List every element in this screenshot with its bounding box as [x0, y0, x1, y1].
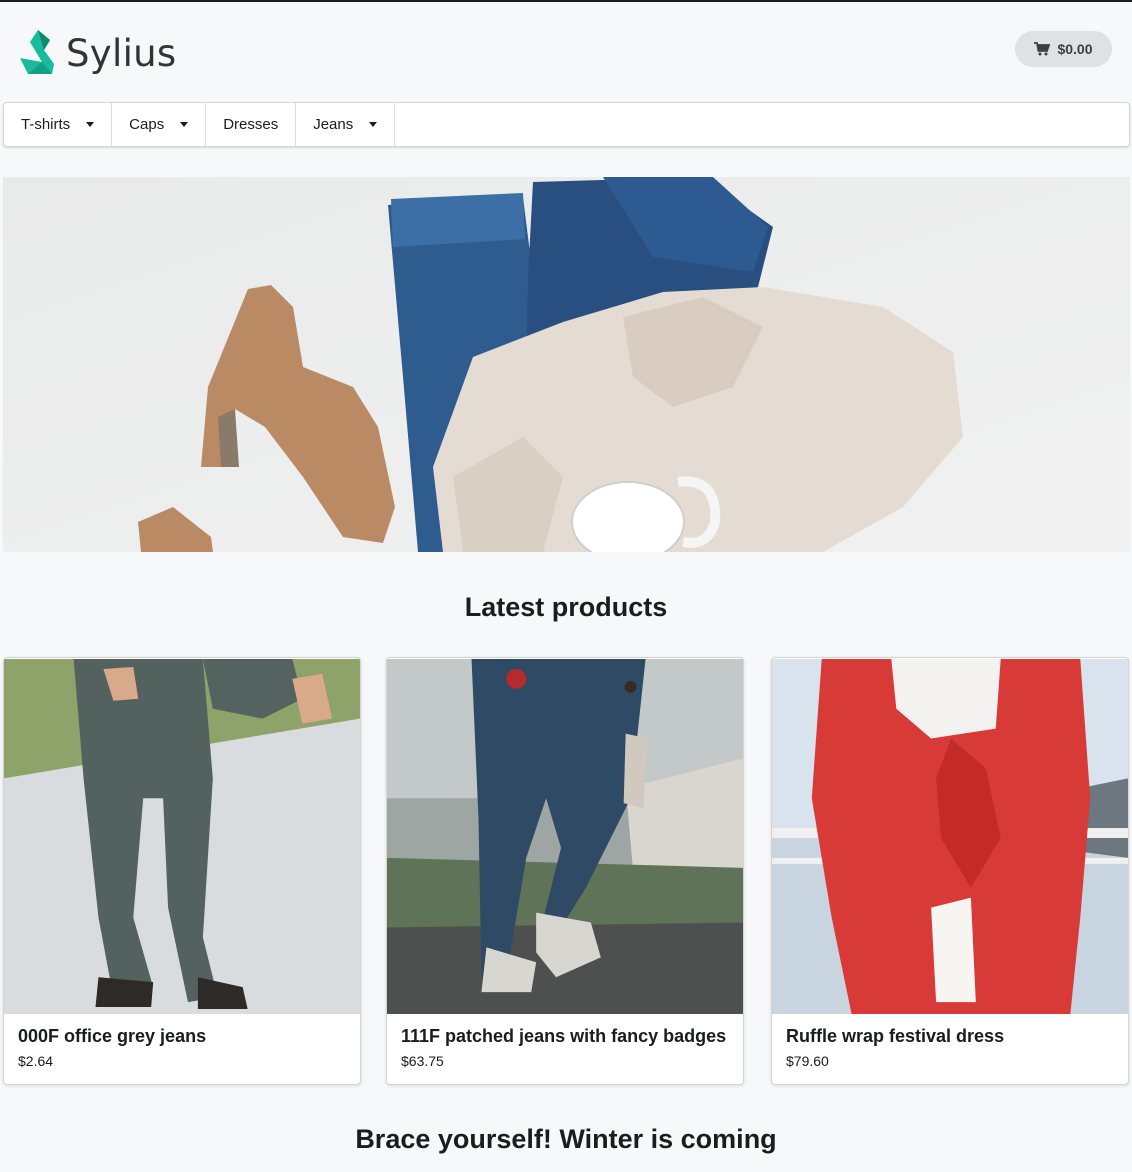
product-card[interactable]: 000F office grey jeans $2.64: [3, 657, 361, 1085]
winter-section-title: Brace yourself! Winter is coming: [355, 1124, 777, 1154]
product-name[interactable]: 000F office grey jeans: [18, 1026, 346, 1047]
menu-item-tshirts[interactable]: T-shirts: [4, 103, 113, 146]
cart-button[interactable]: $0.00: [1015, 31, 1112, 67]
product-image: [387, 658, 743, 1015]
brand-name: Sylius: [66, 31, 177, 75]
product-price: $79.60: [786, 1053, 829, 1069]
menu-item-label: Dresses: [223, 116, 279, 133]
header: Sylius $0.00: [0, 2, 1132, 100]
menu-item-caps[interactable]: Caps: [112, 103, 207, 146]
hero-banner[interactable]: [3, 177, 1130, 552]
category-menu: T-shirts Caps Dresses Jeans: [3, 102, 1130, 147]
cart-total: $0.00: [1057, 41, 1093, 57]
menu-item-label: Caps: [129, 116, 165, 133]
sylius-logo-icon: [20, 30, 54, 74]
dropdown-caret-icon: [369, 122, 378, 127]
hero-image: [3, 177, 1130, 552]
menu-item-label: T-shirts: [21, 116, 71, 133]
product-name[interactable]: Ruffle wrap festival dress: [786, 1026, 1114, 1047]
product-price: $63.75: [401, 1053, 444, 1069]
product-image: [772, 658, 1128, 1015]
product-price: $2.64: [18, 1053, 54, 1069]
latest-products-title: Latest products: [464, 592, 668, 622]
dropdown-caret-icon: [86, 122, 95, 127]
menu-item-dresses[interactable]: Dresses: [206, 103, 297, 146]
product-image: [4, 658, 360, 1015]
product-name[interactable]: 111F patched jeans with fancy badges: [401, 1026, 729, 1047]
brand-logo[interactable]: Sylius: [16, 28, 176, 78]
cart-icon: [1034, 42, 1051, 56]
dropdown-caret-icon: [180, 122, 189, 127]
menu-item-label: Jeans: [313, 116, 354, 133]
product-card[interactable]: 111F patched jeans with fancy badges $63…: [386, 657, 744, 1085]
menu-item-jeans[interactable]: Jeans: [296, 103, 396, 146]
product-card[interactable]: Ruffle wrap festival dress $79.60: [771, 657, 1129, 1085]
